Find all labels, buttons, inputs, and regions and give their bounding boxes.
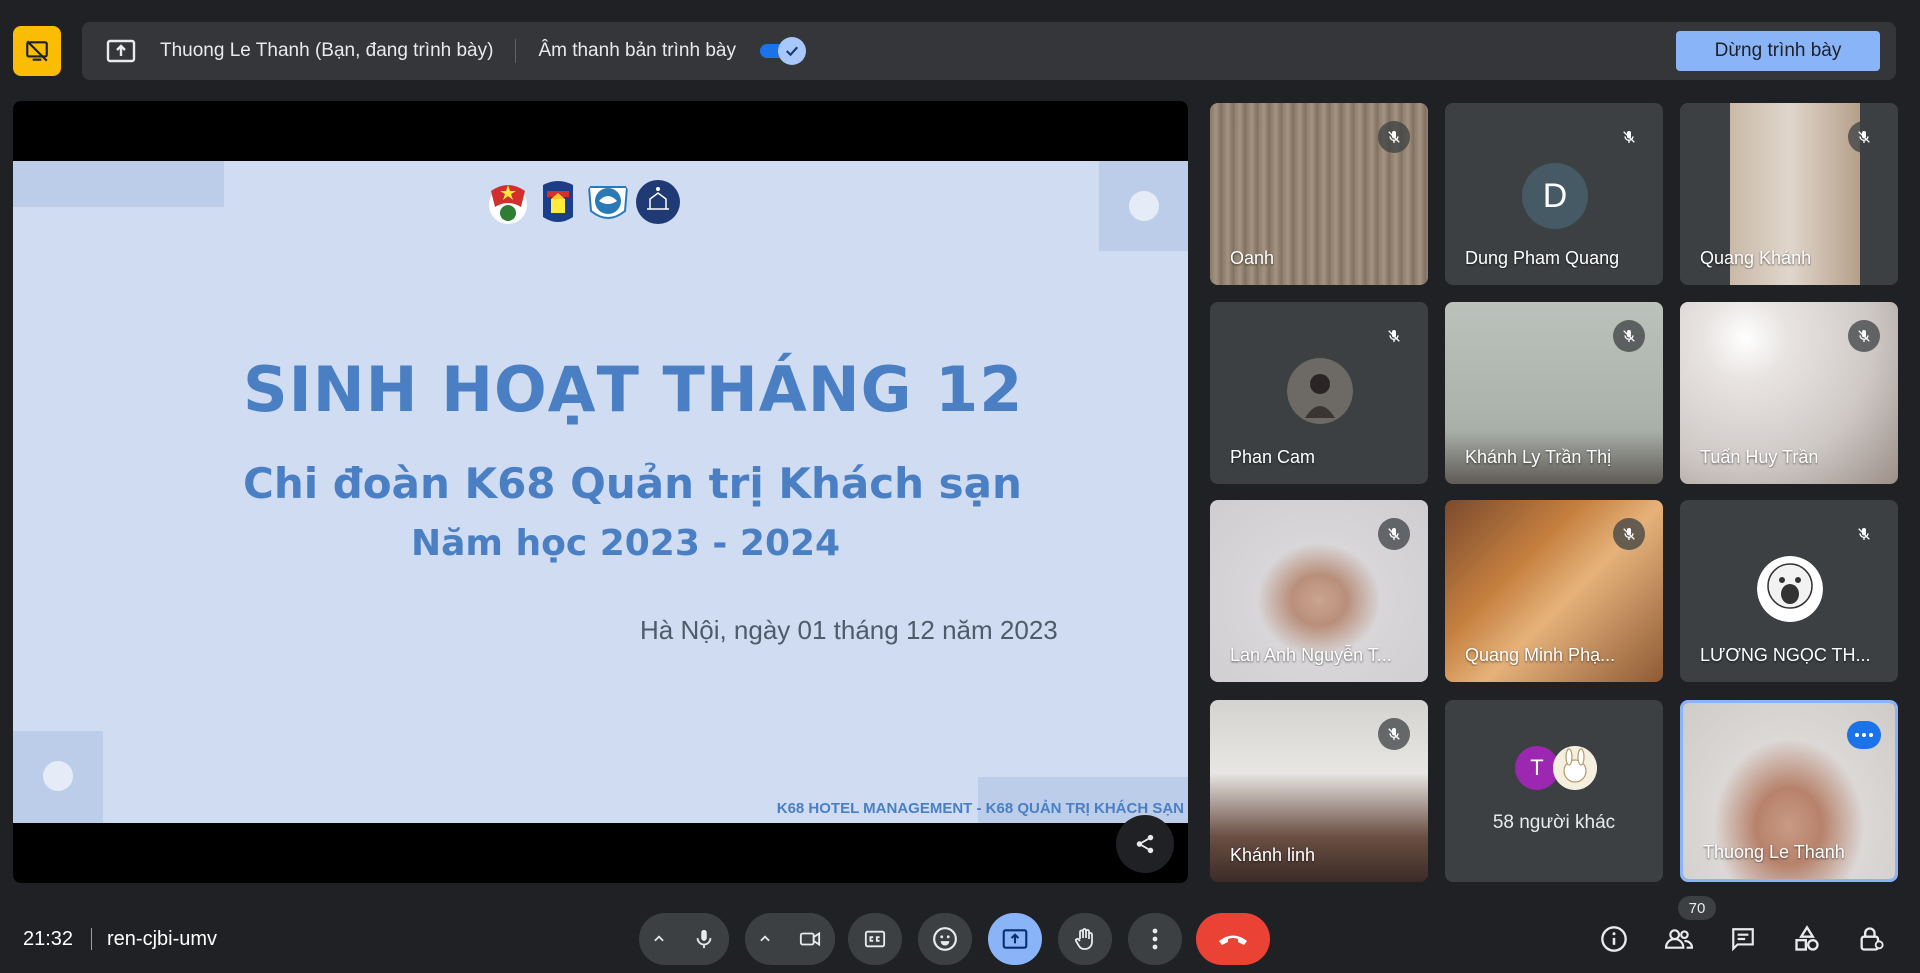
share-button[interactable] <box>1116 815 1174 873</box>
presenter-label: Thuong Le Thanh (Bạn, đang trình bày) <box>160 40 494 61</box>
participant-tile[interactable]: Phan Cam <box>1210 302 1428 484</box>
more-options-button[interactable] <box>1128 913 1182 965</box>
camera-control <box>745 913 835 965</box>
presenting-bar: Thuong Le Thanh (Bạn, đang trình bày) Âm… <box>82 22 1896 80</box>
slide-footer: K68 HOTEL MANAGEMENT - K68 QUẢN TRỊ KHÁC… <box>776 800 1184 817</box>
raise-hand-button[interactable] <box>1058 913 1112 965</box>
meeting-code: ren-cjbi-umv <box>107 928 218 950</box>
others-count-label: 58 người khác <box>1492 812 1616 833</box>
meet-window: Thuong Le Thanh (Bạn, đang trình bày) Âm… <box>0 0 1920 973</box>
audio-settings-chevron-icon[interactable] <box>639 913 678 965</box>
check-icon <box>777 37 806 65</box>
camera-icon <box>799 931 820 947</box>
presenting-indicator-icon[interactable] <box>13 26 61 76</box>
participant-name: Tuấn Huy Trần <box>1700 447 1819 467</box>
participant-name: Quang Khánh <box>1700 248 1812 268</box>
microphone-icon <box>696 929 711 949</box>
activities-icon <box>1795 925 1819 951</box>
participant-name: Phan Cam <box>1230 447 1316 467</box>
participant-name: Lan Anh Nguyễn T... <box>1230 645 1392 665</box>
others-tile[interactable]: T 58 người khác <box>1445 700 1663 882</box>
avatar <box>1553 746 1597 790</box>
emoji-icon <box>933 927 957 951</box>
divider <box>515 39 517 63</box>
present-now-button[interactable] <box>988 913 1042 965</box>
captions-icon <box>864 930 886 948</box>
slide: SINH HOẠT THÁNG 12 Chi đoàn K68 Quản trị… <box>13 161 1188 823</box>
mic-off-icon <box>1848 518 1880 550</box>
end-call-icon <box>1219 935 1247 945</box>
chat-icon <box>1732 928 1754 952</box>
participant-name: LƯƠNG NGỌC TH... <box>1700 645 1871 665</box>
participant-name: Quang Minh Phạ... <box>1465 645 1616 665</box>
mic-off-icon <box>1848 320 1880 352</box>
class-logo <box>636 180 680 224</box>
chat-button[interactable] <box>1722 918 1764 960</box>
info-icon <box>1601 926 1627 952</box>
slide-title: SINH HOẠT THÁNG 12 <box>243 353 1024 426</box>
mic-off-icon <box>1378 718 1410 750</box>
participant-tile[interactable]: Quang Minh Phạ... <box>1445 500 1663 682</box>
mic-off-icon <box>1848 121 1880 153</box>
participant-tile[interactable]: Tuấn Huy Trần <box>1680 302 1898 484</box>
hand-icon <box>1074 928 1093 950</box>
activities-button[interactable] <box>1786 918 1828 960</box>
participant-tile[interactable]: Oanh <box>1210 103 1428 285</box>
meeting-details-button[interactable] <box>1593 918 1635 960</box>
participant-tile-self[interactable]: Thuong Le Thanh <box>1680 700 1898 882</box>
present-icon <box>1002 929 1028 949</box>
leave-call-button[interactable] <box>1196 913 1270 965</box>
participant-name: Oanh <box>1230 248 1275 268</box>
divider <box>91 928 92 950</box>
avatar: D <box>1522 163 1588 229</box>
mic-off-icon <box>1613 518 1645 550</box>
participant-name: Khánh linh <box>1230 845 1316 865</box>
mic-off-icon <box>1613 320 1645 352</box>
captions-button[interactable] <box>848 913 902 965</box>
reactions-button[interactable] <box>918 913 972 965</box>
more-options-icon[interactable] <box>1847 721 1881 749</box>
clock: 21:32 <box>23 928 74 950</box>
avatar <box>1287 358 1353 424</box>
participant-name: Dung Pham Quang <box>1465 248 1620 268</box>
mic-off-icon <box>1378 320 1410 352</box>
organization-logos <box>485 177 681 227</box>
lock-person-icon <box>1860 927 1884 951</box>
host-controls-button[interactable] <box>1850 918 1892 960</box>
presentation-audio-toggle[interactable] <box>758 37 808 65</box>
mic-off-icon <box>1378 518 1410 550</box>
stop-presenting-button[interactable]: Dừng trình bày <box>1676 31 1880 71</box>
participant-tile[interactable]: Quang Khánh <box>1680 103 1898 285</box>
camera-button[interactable] <box>784 913 835 965</box>
faculty-logo <box>587 186 629 219</box>
participant-name: Thuong Le Thanh <box>1703 842 1845 862</box>
people-button[interactable] <box>1658 918 1700 960</box>
slide-date: Hà Nội, ngày 01 tháng 12 năm 2023 <box>640 615 1058 645</box>
people-icon <box>1664 929 1694 949</box>
participant-count-badge: 70 <box>1678 896 1716 920</box>
participant-tile[interactable]: Khánh linh <box>1210 700 1428 882</box>
participant-name: Khánh Ly Trần Thị <box>1465 447 1612 467</box>
participant-tile[interactable]: Lan Anh Nguyễn T... <box>1210 500 1428 682</box>
slide-subtitle: Chi đoàn K68 Quản trị Khách sạn <box>243 459 1022 508</box>
presentation-stage: SINH HOẠT THÁNG 12 Chi đoàn K68 Quản trị… <box>13 101 1188 883</box>
university-logo <box>543 181 573 222</box>
video-settings-chevron-icon[interactable] <box>745 913 784 965</box>
participant-tile[interactable]: LƯƠNG NGỌC TH... <box>1680 500 1898 682</box>
participant-tile[interactable]: Khánh Ly Trần Thị <box>1445 302 1663 484</box>
mic-control <box>639 913 729 965</box>
youth-union-logo <box>489 185 527 224</box>
mic-off-icon <box>1613 121 1645 153</box>
share-icon <box>1136 834 1154 854</box>
participant-tile[interactable]: D Dung Pham Quang <box>1445 103 1663 285</box>
avatar <box>1757 556 1823 622</box>
more-vert-icon <box>1152 928 1158 950</box>
mic-off-icon <box>1378 121 1410 153</box>
present-screen-icon <box>106 39 136 63</box>
presentation-audio-label: Âm thanh bản trình bày <box>538 40 736 61</box>
microphone-button[interactable] <box>678 913 729 965</box>
slide-year: Năm học 2023 - 2024 <box>411 523 841 564</box>
